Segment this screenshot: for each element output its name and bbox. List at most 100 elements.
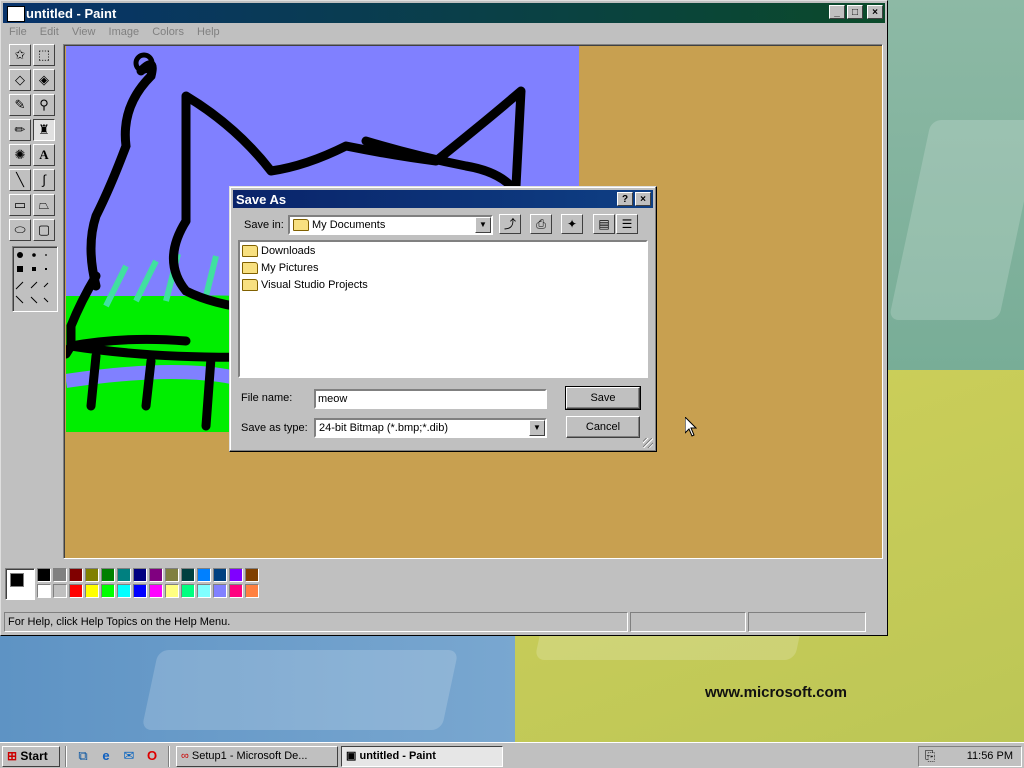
chevron-down-icon[interactable]: ▼ xyxy=(475,217,491,233)
dialog-close-button[interactable]: × xyxy=(635,192,651,206)
network-icon[interactable]: ⎘ xyxy=(925,748,935,764)
color-swatch[interactable] xyxy=(117,584,131,598)
free-select-tool-icon[interactable]: ✩ xyxy=(9,44,31,66)
color-swatch[interactable] xyxy=(229,568,243,582)
color-swatch[interactable] xyxy=(69,584,83,598)
rect-select-tool-icon[interactable]: ⬚ xyxy=(33,44,55,66)
color-swatch[interactable] xyxy=(181,584,195,598)
text-tool-icon[interactable]: A xyxy=(33,144,55,166)
start-button[interactable]: ⊞ Start xyxy=(2,746,60,767)
color-swatch[interactable] xyxy=(197,584,211,598)
save-as-type-dropdown[interactable]: 24-bit Bitmap (*.bmp;*.dib) ▼ xyxy=(314,418,547,438)
color-swatch[interactable] xyxy=(101,584,115,598)
save-as-type-label: Save as type: xyxy=(241,422,308,434)
foreground-color[interactable] xyxy=(10,573,24,587)
task-paint[interactable]: ▣ untitled - Paint xyxy=(341,746,503,767)
outlook-express-icon[interactable]: ✉ xyxy=(120,748,138,764)
clock[interactable]: 11:56 PM xyxy=(967,750,1013,762)
color-swatch[interactable] xyxy=(181,568,195,582)
list-item[interactable]: My Pictures xyxy=(242,260,318,276)
save-as-type-value: 24-bit Bitmap (*.bmp;*.dib) xyxy=(319,422,448,434)
color-swatch[interactable] xyxy=(149,568,163,582)
status-help-text: For Help, click Help Topics on the Help … xyxy=(4,612,628,632)
color-swatch[interactable] xyxy=(213,584,227,598)
new-folder-button[interactable]: ✦ xyxy=(561,214,583,234)
curve-tool-icon[interactable]: ∫ xyxy=(33,169,55,191)
rectangle-tool-icon[interactable]: ▭ xyxy=(9,194,31,216)
list-view-button[interactable]: ▤ xyxy=(593,214,615,234)
color-swatch[interactable] xyxy=(37,568,51,582)
selected-colors[interactable] xyxy=(5,568,35,600)
taskbar-separator xyxy=(65,746,67,767)
internet-explorer-icon[interactable]: e xyxy=(97,748,115,764)
help-button[interactable]: ? xyxy=(617,192,633,206)
status-bar: For Help, click Help Topics on the Help … xyxy=(4,612,884,632)
menu-file[interactable]: File xyxy=(5,25,33,38)
brush-shapes-icon xyxy=(15,252,49,304)
color-swatch[interactable] xyxy=(53,584,67,598)
visual-studio-icon: ∞ xyxy=(181,750,189,762)
menu-colors[interactable]: Colors xyxy=(148,25,190,38)
color-swatch[interactable] xyxy=(69,568,83,582)
file-list[interactable]: Downloads My Pictures Visual Studio Proj… xyxy=(238,240,648,378)
pencil-tool-icon[interactable]: ✏ xyxy=(9,119,31,141)
mouse-cursor-icon xyxy=(685,417,697,437)
show-desktop-icon[interactable]: ⧉ xyxy=(74,748,92,764)
paint-app-icon[interactable] xyxy=(7,6,25,22)
fill-tool-icon[interactable]: ◈ xyxy=(33,69,55,91)
folder-icon xyxy=(242,279,258,292)
list-item[interactable]: Visual Studio Projects xyxy=(242,277,368,293)
color-swatch[interactable] xyxy=(245,584,259,598)
opera-icon[interactable]: O xyxy=(143,748,161,764)
tool-options[interactable] xyxy=(12,246,58,312)
ellipse-tool-icon[interactable]: ⬭ xyxy=(9,219,31,241)
up-one-level-button[interactable]: ⤴ xyxy=(499,214,521,234)
eraser-tool-icon[interactable]: ◇ xyxy=(9,69,31,91)
color-swatch[interactable] xyxy=(101,568,115,582)
dialog-titlebar[interactable]: Save As ? × xyxy=(233,190,653,208)
close-button[interactable]: × xyxy=(867,5,883,19)
menu-image[interactable]: Image xyxy=(105,25,146,38)
color-swatch[interactable] xyxy=(85,584,99,598)
cancel-button[interactable]: Cancel xyxy=(566,416,640,438)
status-cell-coords xyxy=(630,612,746,632)
color-swatch[interactable] xyxy=(85,568,99,582)
filename-field[interactable]: meow xyxy=(314,389,547,409)
save-in-value: My Documents xyxy=(293,219,385,232)
save-in-dropdown[interactable]: My Documents ▼ xyxy=(288,215,493,235)
color-picker-tool-icon[interactable]: ✎ xyxy=(9,94,31,116)
color-swatch[interactable] xyxy=(149,584,163,598)
color-swatch[interactable] xyxy=(197,568,211,582)
resize-grip-icon[interactable] xyxy=(643,438,653,448)
color-swatch[interactable] xyxy=(213,568,227,582)
color-swatch[interactable] xyxy=(165,584,179,598)
details-view-button[interactable]: ☰ xyxy=(616,214,638,234)
taskbar-separator xyxy=(168,746,170,767)
line-tool-icon[interactable]: ╲ xyxy=(9,169,31,191)
list-item[interactable]: Downloads xyxy=(242,243,315,259)
rounded-rect-tool-icon[interactable]: ▢ xyxy=(33,219,55,241)
polygon-tool-icon[interactable]: ⏢ xyxy=(33,194,55,216)
menu-edit[interactable]: Edit xyxy=(36,25,65,38)
color-swatch[interactable] xyxy=(117,568,131,582)
paint-titlebar[interactable]: untitled - Paint _ □ × xyxy=(3,3,885,23)
color-swatch[interactable] xyxy=(229,584,243,598)
minimize-button[interactable]: _ xyxy=(829,5,845,19)
color-swatch[interactable] xyxy=(245,568,259,582)
color-swatch[interactable] xyxy=(165,568,179,582)
menu-help[interactable]: Help xyxy=(193,25,226,38)
save-button[interactable]: Save xyxy=(565,386,641,410)
color-swatch[interactable] xyxy=(133,568,147,582)
maximize-button[interactable]: □ xyxy=(847,5,863,19)
menu-view[interactable]: View xyxy=(68,25,102,38)
task-setup1[interactable]: ∞ Setup1 - Microsoft De... xyxy=(176,746,338,767)
airbrush-tool-icon[interactable]: ✺ xyxy=(9,144,31,166)
magnifier-tool-icon[interactable]: ⚲ xyxy=(33,94,55,116)
chevron-down-icon[interactable]: ▼ xyxy=(529,420,545,436)
color-swatch[interactable] xyxy=(53,568,67,582)
desktop-button[interactable]: ⎙ xyxy=(530,214,552,234)
filename-label: File name: xyxy=(241,392,293,404)
color-swatch[interactable] xyxy=(133,584,147,598)
brush-tool-icon[interactable]: ♜ xyxy=(33,119,55,141)
color-swatch[interactable] xyxy=(37,584,51,598)
